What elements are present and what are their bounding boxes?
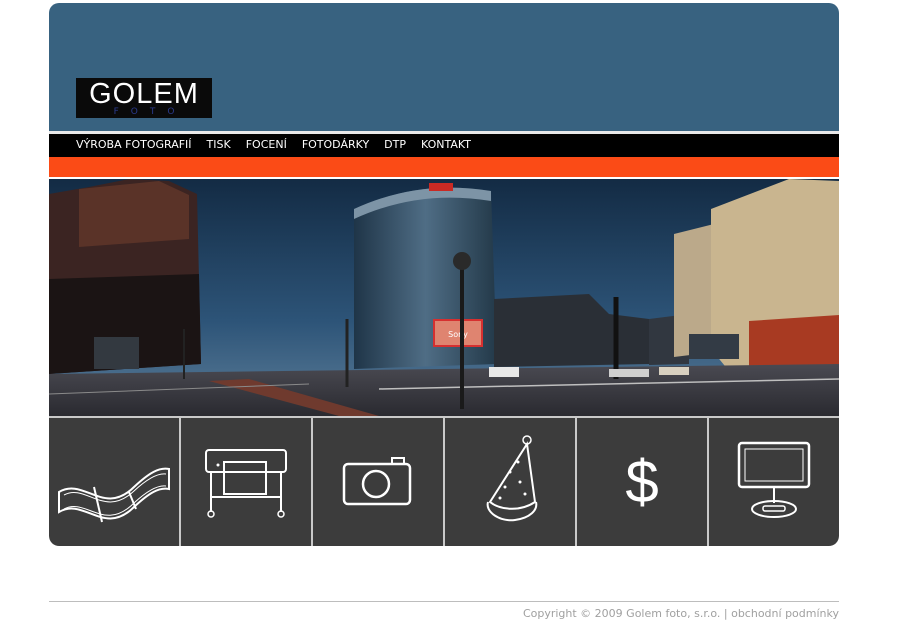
service-icons-row: $: [49, 416, 839, 546]
nav-kontakt[interactable]: KONTAKT: [421, 138, 471, 151]
nav-tisk[interactable]: TISK: [207, 138, 231, 151]
nav-fotodarky[interactable]: FOTODÁRKY: [302, 138, 369, 151]
nav-dtp[interactable]: DTP: [384, 138, 406, 151]
service-tile-print[interactable]: [181, 418, 311, 546]
logo-text: GOLEM: [89, 78, 199, 110]
service-tile-photo[interactable]: [313, 418, 443, 546]
party-hat-icon: [486, 435, 538, 522]
svg-text:$: $: [625, 448, 658, 515]
footer: Copyright © 2009 Golem foto, s.r.o. | ob…: [523, 607, 839, 620]
service-tile-dtp[interactable]: [709, 418, 839, 546]
camera-icon: [342, 457, 412, 506]
service-tile-pricing[interactable]: $: [577, 418, 707, 546]
terms-link[interactable]: obchodní podmínky: [731, 607, 839, 620]
service-tile-gifts[interactable]: [445, 418, 575, 546]
copyright-text: Copyright © 2009 Golem foto, s.r.o.: [522, 607, 721, 620]
header: GOLEM FOTO: [49, 3, 839, 131]
main-nav: VÝROBA FOTOGRAFIÍ TISK FOCENÍ FOTODÁRKY …: [49, 134, 839, 154]
hero-photo-illustration: Sony: [49, 179, 839, 416]
golem-logo[interactable]: GOLEM FOTO: [76, 78, 212, 118]
site-wrapper: GOLEM FOTO VÝROBA FOTOGRAFIÍ TISK FOCENÍ…: [49, 3, 839, 598]
billboard-text: Sony: [448, 330, 468, 339]
nav-foceni[interactable]: FOCENÍ: [246, 138, 287, 151]
dollar-icon: $: [625, 448, 658, 515]
nav-vyroba-fotografii[interactable]: VÝROBA FOTOGRAFIÍ: [76, 138, 192, 151]
footer-rule: [49, 601, 839, 602]
logo-subtext: FOTO: [113, 107, 187, 117]
orange-band: [49, 157, 839, 177]
service-tile-film[interactable]: [49, 418, 179, 546]
hero-photo-potsdamer-platz: Sony: [49, 179, 839, 416]
footer-divider: |: [723, 607, 728, 620]
film-strip-icon: [58, 467, 170, 523]
monitor-icon: [737, 441, 811, 518]
plotter-printer-icon: [205, 449, 287, 518]
